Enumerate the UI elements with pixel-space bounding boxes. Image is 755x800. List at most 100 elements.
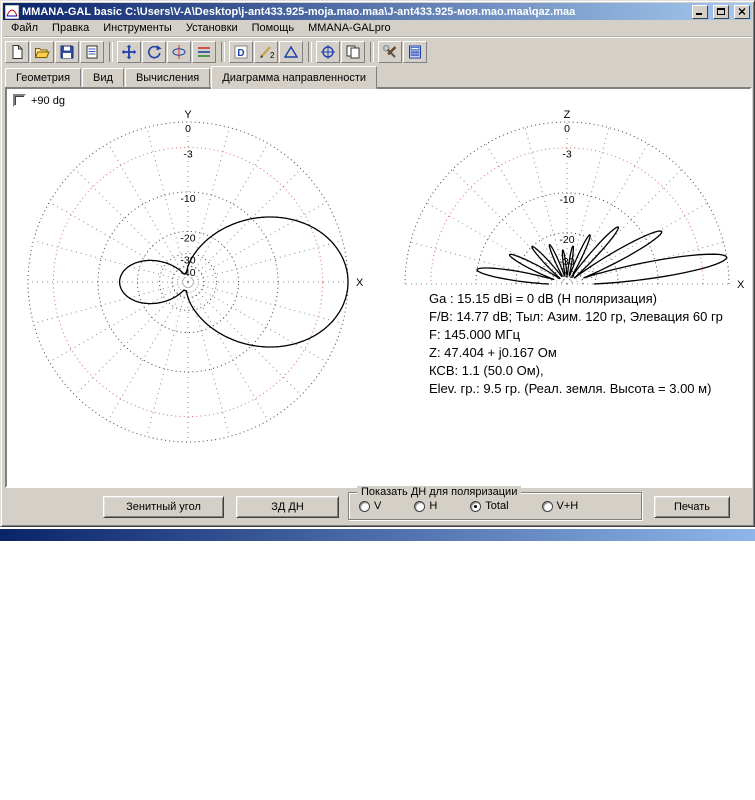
radio-label: V+H <box>557 500 579 512</box>
radiation-pattern-charts: 0-3-10-20-30-40YX0-3-10-20-30-40ZX <box>7 89 750 486</box>
tab-4[interactable]: Диаграмма направленности <box>211 66 377 89</box>
svg-text:0: 0 <box>564 123 570 135</box>
angle-edit-button[interactable]: 2 <box>254 41 278 63</box>
svg-text:X: X <box>356 277 364 289</box>
info-block: Ga : 15.15 dBi = 0 dB (Н поляризация)F/B… <box>429 290 723 398</box>
menu-item-2[interactable]: Правка <box>45 20 96 36</box>
rotate-3d-icon <box>171 44 187 60</box>
radio-circle-icon[interactable] <box>359 501 370 512</box>
toolbar-separator <box>109 42 113 62</box>
rotate-icon <box>146 44 162 60</box>
radio-circle-icon[interactable] <box>470 501 481 512</box>
wire-d-button[interactable]: D <box>229 41 253 63</box>
info-line: Ga : 15.15 dBi = 0 dB (Н поляризация) <box>429 290 723 308</box>
checkbox-label: +90 dg <box>31 95 65 107</box>
svg-text:-10: -10 <box>180 193 195 205</box>
copy-button[interactable] <box>341 41 365 63</box>
radio-circle-icon[interactable] <box>414 501 425 512</box>
radio-circle-icon[interactable] <box>542 501 553 512</box>
tab-1[interactable]: Геометрия <box>5 68 81 87</box>
rotate-button[interactable] <box>142 41 166 63</box>
minimize-button[interactable] <box>692 5 708 19</box>
menu-item-3[interactable]: Инструменты <box>96 20 179 36</box>
elevation-radiation-pattern-curve <box>477 227 727 284</box>
svg-text:-3: -3 <box>183 148 192 160</box>
toolbar: D2 <box>3 37 752 65</box>
element-data-icon <box>84 44 100 60</box>
titlebar[interactable]: MMANA-GAL basic C:\Users\V-A\Desktop\j-a… <box>3 3 752 20</box>
options-tools-button[interactable] <box>378 41 402 63</box>
radio-label: Total <box>485 500 508 512</box>
calculator-icon <box>407 44 423 60</box>
checkbox-box-icon[interactable] <box>13 94 26 107</box>
info-line: Z: 47.404 + j0.167 Ом <box>429 344 723 362</box>
info-line: F/B: 14.77 dB; Тыл: Азим. 120 гр, Элевац… <box>429 308 723 326</box>
menu-item-5[interactable]: Помощь <box>245 20 302 36</box>
copy-icon <box>345 44 361 60</box>
elevation-radiation-pattern: 0-3-10-20-30-40ZX <box>405 109 745 291</box>
toolbar-separator <box>370 42 374 62</box>
radio-h[interactable]: H <box>414 500 437 512</box>
background-window-titlebar[interactable] <box>0 529 755 541</box>
radio-v[interactable]: V <box>359 500 381 512</box>
tab-bar: ГеометрияВидВычисленияДиаграмма направле… <box>3 65 752 87</box>
pattern-plot-panel: 0-3-10-20-30-40YX0-3-10-20-30-40ZX +90 d… <box>5 87 752 488</box>
tab-3[interactable]: Вычисления <box>125 68 210 87</box>
svg-text:Y: Y <box>184 109 192 121</box>
pattern-3d-button[interactable]: ЗД ДН <box>236 496 339 518</box>
angle-edit-icon: 2 <box>258 44 274 60</box>
app-window: MMANA-GAL basic C:\Users\V-A\Desktop\j-a… <box>0 0 755 527</box>
azimuth-radiation-pattern: 0-3-10-20-30-40YX <box>28 109 364 442</box>
svg-text:0: 0 <box>185 123 191 135</box>
minimize-icon <box>696 8 704 15</box>
center-target-icon <box>320 44 336 60</box>
tab-2[interactable]: Вид <box>82 68 124 87</box>
close-button[interactable] <box>734 5 750 19</box>
toolbar-separator <box>308 42 312 62</box>
svg-text:-3: -3 <box>562 149 571 161</box>
wire-d-icon: D <box>233 44 249 60</box>
info-line: F: 145.000 МГц <box>429 326 723 344</box>
svg-text:2: 2 <box>270 51 274 60</box>
svg-text:-20: -20 <box>180 232 195 244</box>
polarization-groupbox: Показать ДН для поляризации VHTotalV+H <box>348 492 642 520</box>
window-title: MMANA-GAL basic C:\Users\V-A\Desktop\j-a… <box>22 6 687 18</box>
maximize-icon <box>717 8 725 15</box>
open-file-icon <box>34 44 50 60</box>
new-file-button[interactable] <box>5 41 29 63</box>
rotate-3d-button[interactable] <box>167 41 191 63</box>
info-line: КСВ: 1.1 (50.0 Ом), <box>429 362 723 380</box>
radio-vplush[interactable]: V+H <box>542 500 579 512</box>
save-file-button[interactable] <box>55 41 79 63</box>
move-button[interactable] <box>117 41 141 63</box>
menubar: ФайлПравкаИнструментыУстановкиПомощьMMAN… <box>3 20 752 37</box>
open-file-button[interactable] <box>30 41 54 63</box>
plus90-checkbox[interactable]: +90 dg <box>13 94 65 107</box>
wire-list-button[interactable] <box>192 41 216 63</box>
wire-list-icon <box>196 44 212 60</box>
center-target-button[interactable] <box>316 41 340 63</box>
svg-text:D: D <box>237 48 244 59</box>
move-icon <box>121 44 137 60</box>
radio-label: H <box>429 500 437 512</box>
maximize-button[interactable] <box>713 5 729 19</box>
svg-text:X: X <box>737 279 745 291</box>
info-line: Elev. гр.: 9.5 гр. (Реал. земля. Высота … <box>429 380 723 398</box>
close-icon <box>738 8 746 15</box>
svg-text:-20: -20 <box>559 234 574 246</box>
zenith-angle-button[interactable]: Зенитный угол <box>103 496 224 518</box>
menu-item-4[interactable]: Установки <box>179 20 245 36</box>
print-button[interactable]: Печать <box>654 496 730 518</box>
triangle-button[interactable] <box>279 41 303 63</box>
menu-item-6[interactable]: MMANA-GALpro <box>301 20 398 36</box>
radio-total[interactable]: Total <box>470 500 508 512</box>
radio-label: V <box>374 500 381 512</box>
element-data-button[interactable] <box>80 41 104 63</box>
new-file-icon <box>9 44 25 60</box>
menu-item-1[interactable]: Файл <box>4 20 45 36</box>
app-icon <box>5 5 19 19</box>
svg-text:-10: -10 <box>559 194 574 206</box>
calculator-button[interactable] <box>403 41 427 63</box>
triangle-icon <box>283 44 299 60</box>
polarization-group-label: Показать ДН для поляризации <box>357 486 521 498</box>
